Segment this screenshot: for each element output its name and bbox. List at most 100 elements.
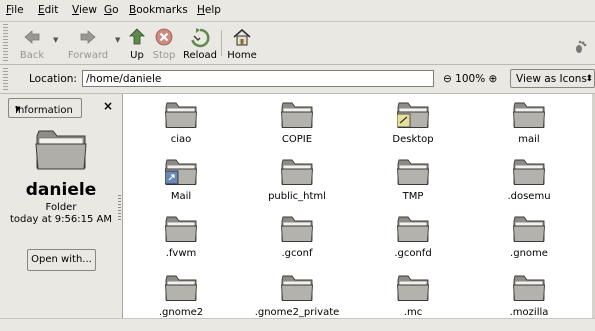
folder-date: today at 9:56:15 AM: [9, 214, 113, 225]
reload-button[interactable]: Reload: [181, 24, 219, 62]
stop-button[interactable]: Stop: [150, 24, 178, 62]
back-label: Back: [19, 50, 45, 61]
zoom-out-icon[interactable]: ⊖: [443, 73, 452, 85]
menu-help[interactable]: Help: [197, 4, 221, 16]
home-icon: [233, 28, 251, 46]
folder-icon: [513, 102, 545, 128]
back-button[interactable]: Back: [12, 24, 52, 62]
throbber-footprint-icon: [576, 40, 587, 53]
icon-view: ciao COPIE Desktop mail Mail public_html TMP .d…: [123, 94, 592, 318]
folder-icon: [165, 102, 197, 128]
menu-edit[interactable]: Edit: [38, 4, 58, 16]
file-name: .gconfd: [394, 248, 432, 259]
file-item[interactable]: Mail: [131, 159, 231, 202]
side-pane-selector-label: Information: [15, 105, 73, 116]
folder-icon: [281, 216, 313, 242]
up-arrow-icon: [129, 28, 145, 45]
menu-bookmarks[interactable]: Bookmarks: [129, 4, 188, 16]
location-input[interactable]: /home/daniele: [82, 70, 434, 87]
folder-large-icon: [35, 130, 87, 170]
folder-name: daniele: [25, 180, 97, 200]
file-item[interactable]: TMP: [363, 159, 463, 202]
file-name: .gnome2_private: [254, 307, 340, 318]
folder-icon: [397, 216, 429, 242]
file-name: .gnome: [510, 248, 548, 259]
file-name: Mail: [170, 191, 192, 202]
up-button[interactable]: Up: [126, 24, 148, 62]
forward-arrow-icon: [80, 30, 96, 44]
file-item[interactable]: ciao: [131, 102, 231, 145]
folder-icon: [513, 159, 545, 185]
folder-icon: [165, 275, 197, 301]
menu-view[interactable]: View: [72, 4, 97, 16]
view-as-select[interactable]: View as Icons ⬍: [510, 69, 595, 88]
open-with-button[interactable]: Open with...: [27, 249, 96, 271]
menu-go[interactable]: Go: [104, 4, 119, 16]
link-emblem-icon: [165, 170, 179, 185]
forward-button[interactable]: Forward: [62, 24, 114, 62]
folder-icon: [165, 159, 197, 185]
up-label: Up: [130, 50, 144, 61]
file-name: .mc: [403, 307, 423, 318]
location-bar: Location: /home/daniele ⊖ 100% ⊕ View as…: [0, 65, 595, 94]
file-item[interactable]: .gnome2: [131, 275, 231, 318]
location-bar-handle[interactable]: [3, 68, 8, 90]
file-item[interactable]: .gnome: [479, 216, 579, 259]
back-arrow-icon: [24, 30, 40, 44]
file-item[interactable]: public_html: [247, 159, 347, 202]
file-name: .fvwm: [165, 248, 197, 259]
menu-bar: File Edit View Go Bookmarks Help: [0, 0, 595, 22]
file-name: .mozilla: [509, 307, 549, 318]
forward-history-chevron-icon[interactable]: ▼: [115, 36, 120, 44]
zoom-in-icon[interactable]: ⊕: [489, 73, 498, 85]
folder-icon: [281, 275, 313, 301]
file-item[interactable]: .gconf: [247, 216, 347, 259]
file-item[interactable]: COPIE: [247, 102, 347, 145]
file-name: ciao: [170, 134, 192, 145]
close-icon[interactable]: ×: [103, 99, 113, 113]
folder-type: Folder: [45, 202, 77, 213]
toolbar: Back ▼ Forward ▼ Up Stop Reload Home: [0, 22, 595, 65]
zoom-level[interactable]: 100%: [455, 73, 485, 85]
updown-chevron-icon: ⬍: [585, 74, 593, 84]
file-name: .gnome2: [158, 307, 204, 318]
file-name: COPIE: [281, 134, 313, 145]
forward-label: Forward: [67, 50, 109, 61]
file-item[interactable]: mail: [479, 102, 579, 145]
file-item[interactable]: .mozilla: [479, 275, 579, 318]
home-label: Home: [227, 50, 257, 61]
file-name: public_html: [268, 191, 326, 202]
file-item[interactable]: .mc: [363, 275, 463, 318]
location-label: Location:: [29, 73, 77, 85]
file-name: mail: [518, 134, 540, 145]
file-item[interactable]: .gnome2_private: [247, 275, 347, 318]
file-name: Desktop: [392, 134, 434, 145]
dropdown-arrow-icon: ▼: [15, 105, 21, 113]
file-item[interactable]: .dosemu: [479, 159, 579, 202]
reload-icon: [191, 28, 210, 48]
folder-icon: [513, 275, 545, 301]
file-item[interactable]: Desktop: [363, 102, 463, 145]
stop-label: Stop: [152, 50, 176, 61]
file-item[interactable]: .fvwm: [131, 216, 231, 259]
file-name: .gconf: [281, 248, 313, 259]
status-bar: [0, 318, 595, 331]
reload-label: Reload: [182, 50, 218, 61]
folder-icon: [513, 216, 545, 242]
pane-resize-grip[interactable]: [118, 195, 121, 221]
home-button[interactable]: Home: [224, 24, 260, 62]
file-item[interactable]: .gconfd: [363, 216, 463, 259]
toolbar-separator: [221, 30, 222, 56]
view-as-label: View as Icons: [516, 73, 587, 85]
zoom-control: ⊖ 100% ⊕: [443, 73, 497, 85]
menu-file[interactable]: File: [6, 4, 24, 16]
file-name: TMP: [402, 191, 424, 202]
side-pane-selector[interactable]: Information ▼: [8, 98, 82, 118]
back-history-chevron-icon[interactable]: ▼: [53, 36, 58, 44]
stop-icon: [155, 28, 173, 46]
folder-icon: [281, 102, 313, 128]
toolbar-handle[interactable]: [3, 24, 8, 62]
folder-icon: [397, 159, 429, 185]
note-emblem-icon: [397, 113, 411, 128]
folder-icon: [281, 159, 313, 185]
